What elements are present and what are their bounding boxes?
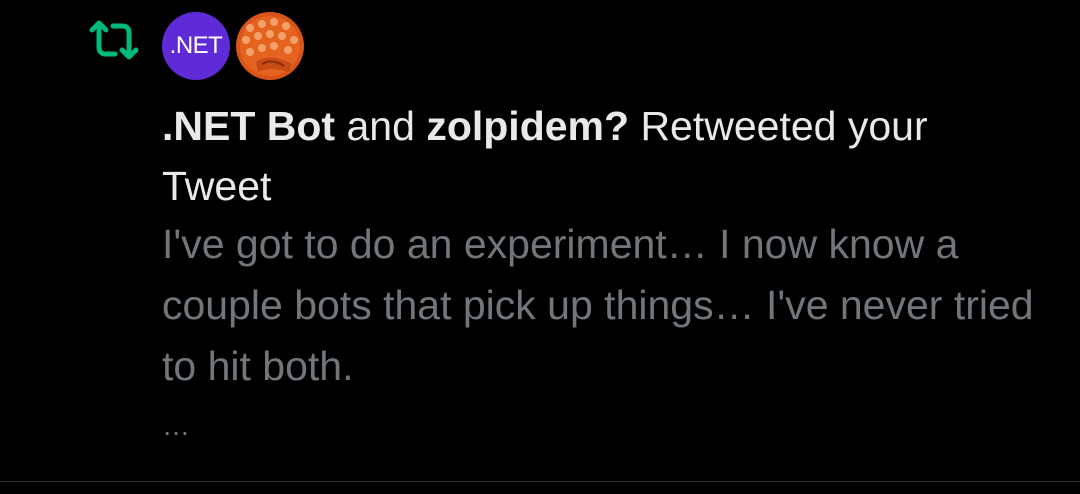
divider (0, 481, 1080, 482)
retweet-icon (89, 20, 139, 60)
retweet-notification[interactable]: .NET .NET Bot and zolpidem? Retweeted yo… (0, 0, 1080, 480)
net-bot-avatar[interactable]: .NET (162, 12, 230, 80)
net-bot-avatar-label: .NET (169, 32, 223, 59)
tweet-preview-text[interactable]: I've got to do an experiment… I now know… (162, 214, 1042, 397)
user-link-zolpidem[interactable]: zolpidem? (426, 103, 629, 149)
more-ellipsis: … (162, 410, 192, 441)
user-link-net-bot[interactable]: .NET Bot (162, 103, 335, 149)
connector-text: and (346, 103, 415, 149)
avatar-group: .NET (162, 12, 304, 82)
notification-headline: .NET Bot and zolpidem? Retweeted your Tw… (162, 96, 1042, 216)
zolpidem-avatar[interactable] (236, 12, 304, 80)
